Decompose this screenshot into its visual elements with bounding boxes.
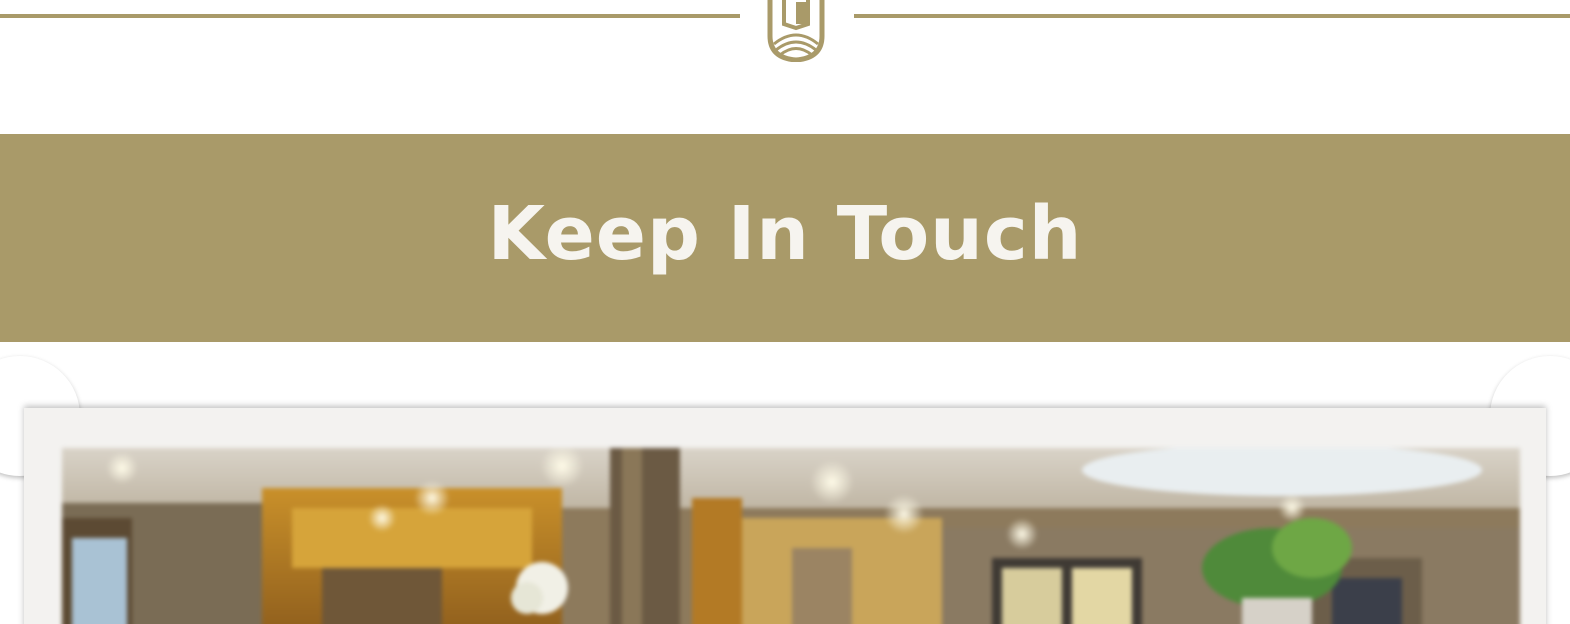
banner-title: Keep In Touch <box>487 191 1083 277</box>
shield-emblem-icon <box>766 0 826 63</box>
divider-line-left <box>0 14 740 18</box>
photo-frame <box>24 408 1546 624</box>
divider-line-right <box>854 14 1570 18</box>
top-divider <box>0 0 1570 70</box>
keep-in-touch-banner: Keep In Touch <box>0 134 1570 342</box>
page: Keep In Touch <box>0 0 1570 624</box>
hotel-lobby-photo <box>62 448 1520 624</box>
